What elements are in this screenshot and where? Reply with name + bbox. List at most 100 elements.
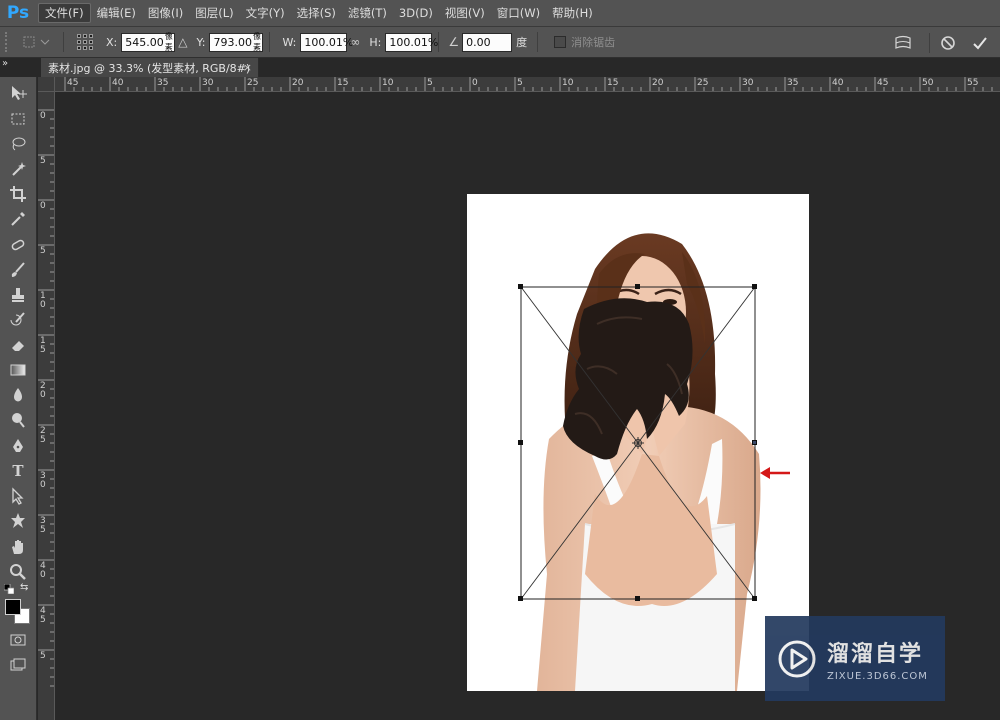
options-grip[interactable] [5, 32, 11, 52]
separator [269, 32, 271, 52]
ruler-label: 25 [697, 78, 709, 88]
y-position-value: 793.00 [213, 35, 252, 49]
marquee-tool-icon[interactable] [6, 108, 30, 130]
transform-handle-bottom-left[interactable] [518, 596, 523, 601]
brush-tool-icon[interactable] [6, 259, 30, 281]
x-position-field[interactable]: 545.00 像素 [121, 32, 176, 52]
link-icon[interactable]: ∞ [350, 35, 360, 49]
photoshop-logo: Ps [6, 3, 30, 23]
healing-brush-tool-icon[interactable] [6, 234, 30, 256]
ruler-label: 45 [40, 606, 46, 625]
menu-edit[interactable]: 编辑(E) [91, 3, 142, 23]
y-position-field[interactable]: 793.00 像素 [209, 32, 264, 52]
menu-view[interactable]: 视图(V) [439, 3, 491, 23]
cancel-transform-icon[interactable] [936, 31, 960, 55]
width-field[interactable]: 100.01% [300, 32, 353, 52]
transform-handle-bottom-right[interactable] [752, 596, 757, 601]
warp-icon[interactable] [891, 31, 915, 55]
commit-transform-icon[interactable] [968, 31, 992, 55]
ruler-label: 35 [40, 516, 46, 535]
lasso-tool-icon[interactable] [6, 133, 30, 155]
collapse-panels-icon[interactable]: » [2, 58, 8, 69]
annotation-arrow-icon [760, 464, 792, 484]
watermark-title: 溜溜自学 [827, 641, 924, 667]
transform-handle-top-right[interactable] [752, 284, 757, 289]
canvas-area[interactable]: 溜溜自学 ZIXUE.3D66.COM [55, 92, 1000, 720]
menu-select[interactable]: 选择(S) [291, 3, 342, 23]
blur-tool-icon[interactable] [6, 384, 30, 406]
ruler-ticks [38, 109, 54, 687]
ruler-label: 20 [292, 78, 304, 88]
ruler-origin[interactable] [38, 77, 55, 92]
h-label: H: [369, 35, 382, 49]
width-value: 100.01% [304, 35, 354, 49]
tool-preset-picker[interactable] [21, 32, 57, 52]
ruler-label: 45 [877, 78, 889, 88]
history-brush-tool-icon[interactable] [6, 309, 30, 331]
ruler-label: 10 [40, 291, 46, 310]
separator [929, 32, 930, 53]
magic-wand-tool-icon[interactable] [6, 158, 30, 180]
crop-tool-icon[interactable] [6, 183, 30, 205]
ruler-label: 10 [562, 78, 574, 88]
transform-handle-left[interactable] [518, 440, 523, 445]
transform-handle-top-left[interactable] [518, 284, 523, 289]
ruler-label: 40 [112, 78, 124, 88]
foreground-color-swatch[interactable] [5, 599, 21, 615]
custom-shape-tool-icon[interactable] [6, 510, 30, 532]
default-colors-icon[interactable] [4, 584, 14, 594]
menu-image[interactable]: 图像(I) [142, 3, 189, 23]
eraser-tool-icon[interactable] [6, 334, 30, 356]
reference-point-locator[interactable] [76, 33, 94, 51]
hand-tool-icon[interactable] [6, 536, 30, 558]
antialias-checkbox[interactable] [554, 36, 567, 48]
tools-panel: T ⇆ [0, 77, 37, 720]
transform-handle-top[interactable] [635, 284, 640, 289]
path-selection-tool-icon[interactable] [6, 485, 30, 507]
quick-mask-icon[interactable] [6, 629, 30, 651]
rotation-angle-field[interactable]: 0.00 [462, 32, 513, 52]
close-icon[interactable]: × [243, 61, 252, 74]
document-tab[interactable]: 素材.jpg @ 33.3% (发型素材, RGB/8#) × [41, 58, 259, 77]
menu-layer[interactable]: 图层(L) [189, 3, 239, 23]
document-tab-title: 素材.jpg @ 33.3% (发型素材, RGB/8#) [48, 61, 251, 75]
antialias-label: 消除锯齿 [571, 36, 616, 49]
ruler-label: 15 [337, 78, 349, 88]
menu-3d[interactable]: 3D(D) [393, 3, 439, 23]
pen-tool-icon[interactable] [6, 435, 30, 457]
height-field[interactable]: 100.01% [385, 32, 438, 52]
delta-icon[interactable]: △ [178, 35, 187, 49]
ruler-label: 25 [247, 78, 259, 88]
dodge-tool-icon[interactable] [6, 409, 30, 431]
watermark-play-icon [778, 640, 816, 677]
horizontal-ruler[interactable]: 45 40 35 30 25 20 15 10 5 0 5 10 15 20 25 30 35 40 45 50 55 [55, 77, 1000, 92]
menu-type[interactable]: 文字(Y) [240, 3, 291, 23]
x-label: X: [106, 35, 118, 49]
menu-bar: Ps 文件(F) 编辑(E) 图像(I) 图层(L) 文字(Y) 选择(S) 滤… [0, 0, 1000, 27]
transform-handle-right[interactable] [752, 440, 757, 445]
ruler-label: 45 [67, 78, 79, 88]
gradient-tool-icon[interactable] [6, 359, 30, 381]
menu-file[interactable]: 文件(F) [38, 3, 91, 23]
photoshop-window: Ps 文件(F) 编辑(E) 图像(I) 图层(L) 文字(Y) 选择(S) 滤… [0, 0, 1000, 720]
swap-colors-icon[interactable]: ⇆ [20, 582, 28, 593]
menu-window[interactable]: 窗口(W) [491, 3, 546, 23]
x-unit: 像素 [164, 32, 173, 52]
ruler-label: 0 [40, 201, 46, 211]
menu-filter[interactable]: 滤镜(T) [342, 3, 393, 23]
eyedropper-tool-icon[interactable] [6, 208, 30, 230]
commit-controls [891, 27, 1000, 58]
screen-mode-icon[interactable] [6, 654, 30, 676]
move-tool-icon[interactable] [6, 82, 30, 104]
ruler-label: 35 [157, 78, 169, 88]
y-label: Y: [196, 35, 206, 49]
ruler-label: 30 [40, 471, 46, 490]
vertical-ruler[interactable]: 0 5 0 5 10 15 20 25 30 35 40 45 5 [38, 92, 55, 720]
ruler-label: 0 [40, 111, 46, 121]
zoom-tool-icon[interactable] [6, 561, 30, 583]
menu-help[interactable]: 帮助(H) [546, 3, 599, 23]
type-tool-icon[interactable]: T [6, 460, 30, 482]
ruler-ticks [64, 77, 993, 91]
clone-stamp-tool-icon[interactable] [6, 284, 30, 306]
transform-handle-bottom[interactable] [635, 596, 640, 601]
